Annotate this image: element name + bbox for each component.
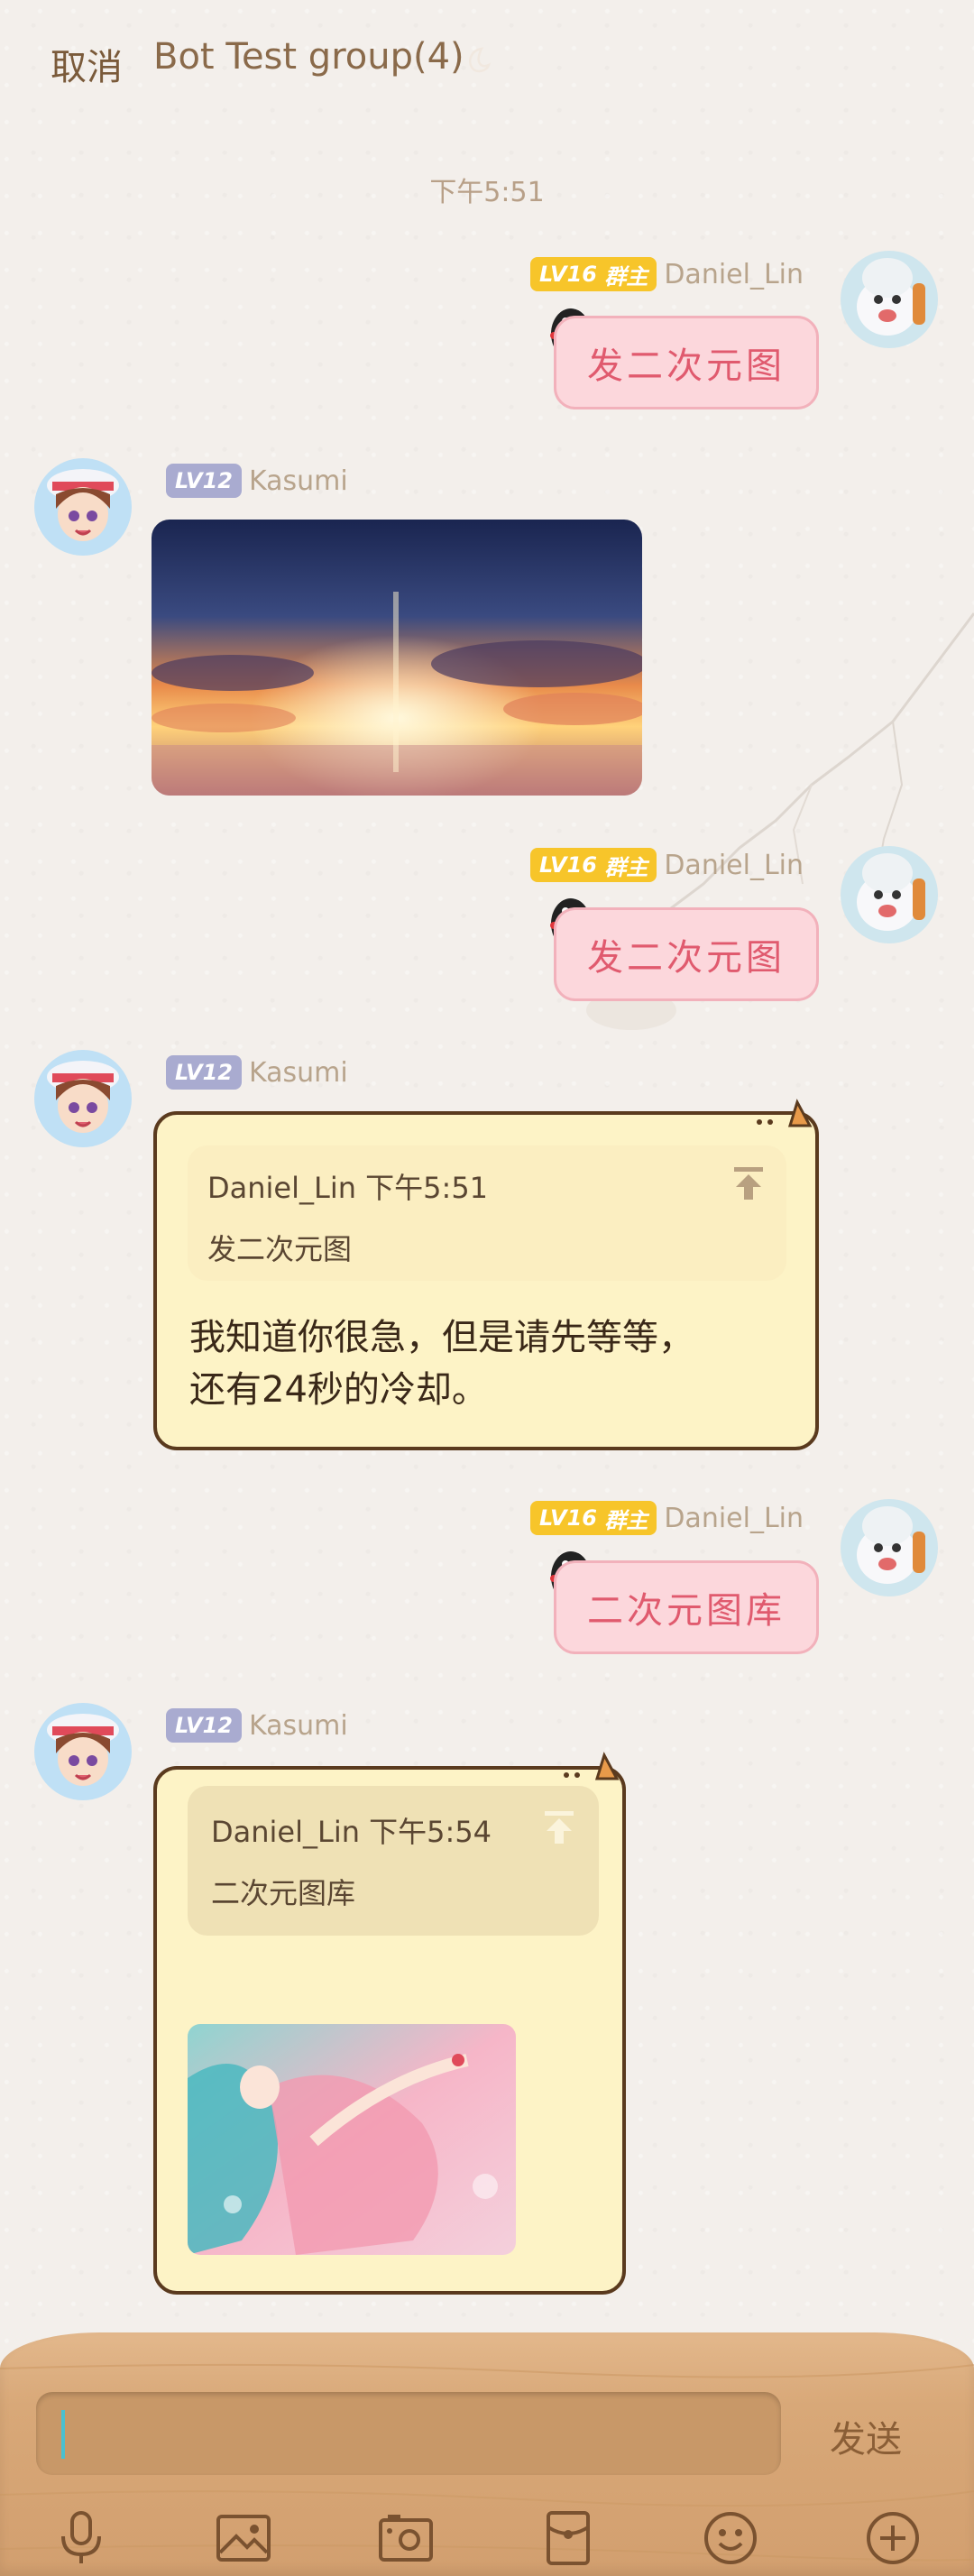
- cat-ears-decoration: [564, 1752, 620, 1780]
- image-icon[interactable]: [215, 2509, 272, 2567]
- sender-row: LV16 群主 Daniel_Lin: [530, 255, 804, 293]
- avatar[interactable]: [841, 1499, 938, 1596]
- sender-row: LV12 Kasumi: [166, 1053, 348, 1091]
- emoji-icon[interactable]: [702, 2509, 759, 2567]
- avatar[interactable]: [34, 1050, 132, 1147]
- avatar[interactable]: [34, 458, 132, 556]
- quote-text: 二次元图库: [211, 1876, 356, 1910]
- level-badge: LV16 群主: [530, 848, 657, 882]
- message-bubble[interactable]: 二次元图库: [554, 1560, 819, 1654]
- reply-line: 我知道你很急，但是请先等等，: [189, 1317, 694, 1358]
- sender-name[interactable]: Daniel_Lin: [664, 1503, 804, 1534]
- jump-to-original-icon[interactable]: [730, 1165, 767, 1201]
- sender-row: LV16 群主 Daniel_Lin: [530, 1499, 804, 1537]
- avatar[interactable]: [34, 1703, 132, 1800]
- quoted-message[interactable]: Daniel_Lin 下午5:54 二次元图库: [188, 1786, 599, 1936]
- do-not-disturb-icon: [469, 47, 492, 73]
- sender-name[interactable]: Daniel_Lin: [664, 259, 804, 290]
- reply-message-bubble[interactable]: Daniel_Lin 下午5:51 发二次元图 我知道你很急，但是请先等等， 还…: [153, 1111, 819, 1450]
- sender-row: LV12 Kasumi: [166, 462, 348, 500]
- message-bubble[interactable]: 发二次元图: [554, 316, 819, 409]
- sender-name[interactable]: Kasumi: [249, 465, 348, 497]
- anime-sunset-image[interactable]: [152, 520, 642, 796]
- sender-name[interactable]: Kasumi: [249, 1057, 348, 1089]
- reply-text: 我知道你很急，但是请先等等， 还有24秒的冷却。: [189, 1311, 694, 1416]
- cat-ears-decoration: [757, 1099, 813, 1127]
- plus-icon[interactable]: [864, 2509, 922, 2567]
- microphone-icon[interactable]: [52, 2509, 110, 2567]
- level-badge: LV16 群主: [530, 257, 657, 291]
- level-badge: LV12: [166, 1708, 242, 1743]
- chat-header: 取消 Bot Test group(4): [0, 0, 974, 126]
- camera-icon[interactable]: [377, 2509, 435, 2567]
- avatar[interactable]: [841, 846, 938, 943]
- red-packet-icon[interactable]: [539, 2509, 597, 2567]
- level-badge: LV12: [166, 1055, 242, 1090]
- text-caret: [61, 2410, 65, 2459]
- anime-miku-image[interactable]: [188, 2024, 516, 2255]
- level-badge: LV16 群主: [530, 1501, 657, 1535]
- sender-row: LV12 Kasumi: [166, 1707, 348, 1744]
- cancel-button[interactable]: 取消: [51, 38, 123, 90]
- avatar[interactable]: [841, 251, 938, 348]
- send-button[interactable]: 发送: [830, 2410, 902, 2462]
- reply-message-bubble[interactable]: Daniel_Lin 下午5:54 二次元图库: [153, 1766, 626, 2295]
- composer-bar: 发送: [0, 2332, 974, 2576]
- quote-header: Daniel_Lin 下午5:54: [211, 1815, 492, 1849]
- quoted-message[interactable]: Daniel_Lin 下午5:51 发二次元图: [188, 1145, 786, 1281]
- level-badge: LV12: [166, 464, 242, 498]
- sender-name[interactable]: Kasumi: [249, 1710, 348, 1742]
- sender-row: LV16 群主 Daniel_Lin: [530, 846, 804, 884]
- quote-text: 发二次元图: [207, 1232, 353, 1266]
- reply-line: 还有24秒的冷却。: [189, 1369, 488, 1411]
- message-input[interactable]: [36, 2392, 781, 2475]
- timestamp: 下午5:51: [429, 177, 545, 208]
- quote-header: Daniel_Lin 下午5:51: [207, 1171, 489, 1205]
- message-bubble[interactable]: 发二次元图: [554, 907, 819, 1001]
- jump-to-original-icon[interactable]: [541, 1809, 577, 1845]
- group-title[interactable]: Bot Test group(4): [153, 36, 464, 78]
- sender-name[interactable]: Daniel_Lin: [664, 850, 804, 881]
